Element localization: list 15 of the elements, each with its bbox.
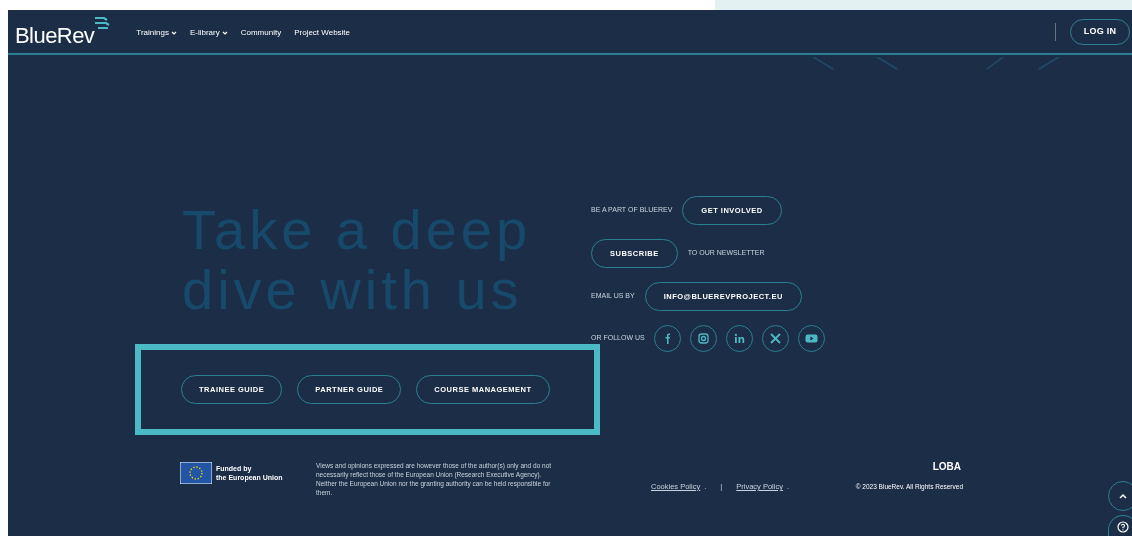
agency-logo[interactable]: LOBA <box>932 459 961 474</box>
nav-link[interactable]: Community <box>240 26 282 39</box>
nav-link[interactable]: Trainings <box>136 26 177 39</box>
nav-link[interactable]: E-library <box>189 26 228 39</box>
nav-link[interactable]: Project Website <box>294 26 351 39</box>
chevron-down-icon <box>221 30 228 35</box>
eu-flag-icon <box>180 462 212 484</box>
instagram-icon <box>695 331 711 346</box>
waves-logo-icon <box>94 14 111 31</box>
question-icon <box>1117 521 1129 533</box>
logo-text: BlueRev <box>15 24 95 47</box>
site-logo[interactable]: BlueRev <box>15 16 111 47</box>
chevron-up-icon <box>1119 493 1127 499</box>
x-icon <box>767 331 783 346</box>
chevron-down-icon <box>170 30 177 35</box>
